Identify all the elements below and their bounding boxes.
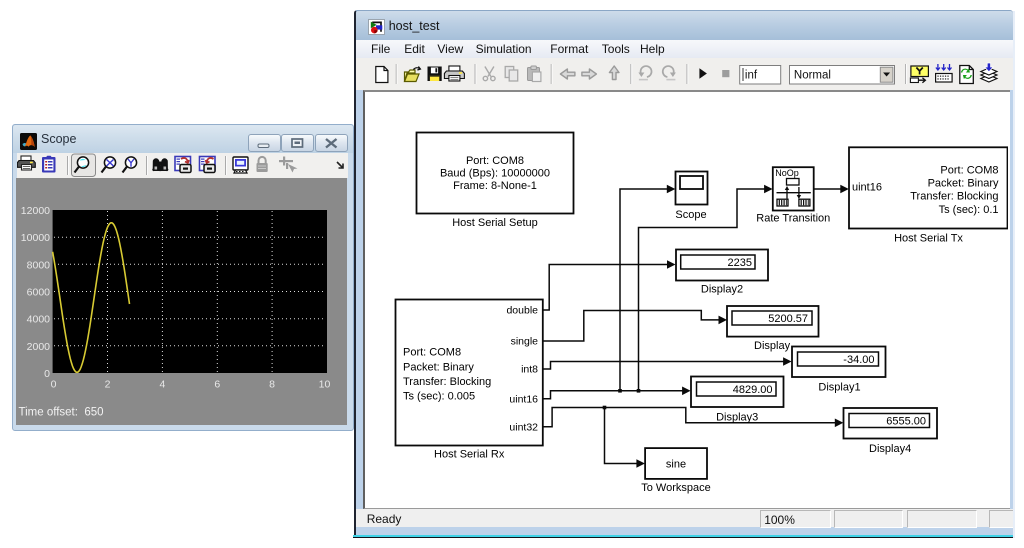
svg-text:Ts (sec): 0.1: Ts (sec): 0.1 [938, 203, 998, 215]
svg-text:single: single [510, 335, 538, 347]
svg-text:uint16: uint16 [852, 181, 882, 193]
svg-text:Time offset: 650: Time offset: 650 [19, 407, 104, 419]
svg-text:6000: 6000 [27, 287, 51, 299]
svg-text:Port: COM8: Port: COM8 [940, 164, 998, 176]
svg-text:0: 0 [51, 379, 57, 391]
svg-text:Ts (sec): 0.005: Ts (sec): 0.005 [403, 390, 475, 402]
svg-text:Frame: 8-None-1: Frame: 8-None-1 [453, 179, 537, 191]
svg-text:8: 8 [269, 379, 275, 391]
svg-text:Packet: Binary: Packet: Binary [927, 177, 998, 189]
svg-text:10000: 10000 [21, 232, 50, 244]
svg-text:Display: Display [754, 339, 791, 351]
svg-text:4: 4 [159, 379, 165, 391]
svg-text:4829.00: 4829.00 [733, 383, 773, 395]
svg-text:Baud (Bps): 10000000: Baud (Bps): 10000000 [440, 167, 550, 179]
svg-text:Host Serial Rx: Host Serial Rx [434, 448, 505, 460]
svg-text:Port: COM8: Port: COM8 [466, 154, 524, 166]
svg-text:To Workspace: To Workspace [641, 481, 711, 493]
svg-text:double: double [506, 304, 538, 316]
svg-text:NoOp: NoOp [775, 168, 799, 178]
svg-text:Host Serial Tx: Host Serial Tx [894, 232, 963, 244]
svg-text:Transfer: Blocking: Transfer: Blocking [910, 190, 998, 202]
svg-text:int8: int8 [521, 363, 538, 375]
svg-text:Transfer: Blocking: Transfer: Blocking [403, 376, 491, 388]
svg-text:Host Serial Setup: Host Serial Setup [452, 216, 538, 228]
svg-text:-34.00: -34.00 [843, 353, 874, 365]
svg-text:8000: 8000 [27, 259, 51, 271]
svg-text:6: 6 [214, 379, 220, 391]
svg-text:5200.57: 5200.57 [768, 312, 808, 324]
svg-text:4000: 4000 [27, 314, 51, 326]
svg-text:inf: inf [745, 70, 758, 82]
svg-text:Rate Transition: Rate Transition [756, 212, 830, 224]
svg-text:uint16: uint16 [509, 393, 538, 405]
svg-text:Display4: Display4 [869, 443, 911, 455]
svg-text:Display1: Display1 [818, 381, 860, 393]
svg-text:Normal: Normal [794, 70, 831, 82]
svg-text:Port: COM8: Port: COM8 [403, 346, 461, 358]
svg-text:12000: 12000 [21, 205, 50, 217]
svg-text:10: 10 [319, 379, 331, 391]
svg-text:2: 2 [105, 379, 111, 391]
svg-text:Scope: Scope [675, 208, 706, 220]
svg-text:2000: 2000 [27, 341, 51, 353]
svg-text:Display2: Display2 [701, 283, 743, 295]
svg-text:sine: sine [666, 458, 686, 470]
svg-text:Display3: Display3 [716, 411, 758, 423]
svg-text:2235: 2235 [727, 256, 751, 268]
svg-text:uint32: uint32 [509, 421, 538, 433]
svg-text:Packet: Binary: Packet: Binary [403, 361, 474, 373]
svg-text:0: 0 [44, 368, 50, 380]
svg-text:6555.00: 6555.00 [886, 415, 926, 427]
